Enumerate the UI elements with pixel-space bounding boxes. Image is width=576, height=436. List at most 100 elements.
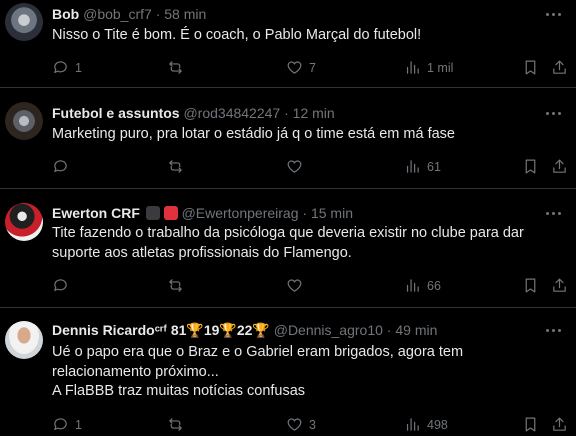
share-button[interactable] <box>551 416 568 433</box>
more-icon[interactable] <box>542 323 564 337</box>
repost-button[interactable] <box>167 158 190 175</box>
timestamp[interactable]: 58 min <box>164 6 206 22</box>
tweet-text: Tite fazendo o trabalho da psicóloga que… <box>52 224 552 263</box>
author-handle[interactable]: @bob_crf7 <box>83 6 152 22</box>
views-count: 1 mil <box>427 60 454 75</box>
separator-dot: · <box>386 322 392 338</box>
share-icon <box>553 278 566 292</box>
repost-icon <box>169 279 182 292</box>
views-count: 61 <box>427 159 441 174</box>
author-handle[interactable]: @Ewertonpereirag <box>182 205 299 221</box>
reply-count: 1 <box>75 417 82 432</box>
tweet-text: Marketing puro, pra lotar o estádio já q… <box>52 125 552 145</box>
badge-red <box>163 206 178 220</box>
share-button[interactable] <box>551 158 568 175</box>
views-button[interactable]: 61 <box>404 158 441 175</box>
reply-button[interactable]: 1 <box>52 59 82 76</box>
tweet-1[interactable]: Bob @bob_crf7 · 58 min Nisso o Tite é bo… <box>0 0 576 88</box>
tweet-text-line: relacionamento próximo... <box>52 363 219 380</box>
tweet-header: Ewerton CRF @Ewertonpereirag · 15 min <box>52 204 353 222</box>
tweet-2[interactable]: Futebol e assuntos @rod34842247 · 12 min… <box>0 88 576 189</box>
repost-icon <box>169 61 182 74</box>
tweet-header: Futebol e assuntos @rod34842247 · 12 min <box>52 104 335 122</box>
tweet-text-line: suporte aos atletas profissionais do Fla… <box>52 244 352 261</box>
reply-icon <box>54 61 67 74</box>
bookmark-button[interactable] <box>522 416 539 433</box>
share-button[interactable] <box>551 277 568 294</box>
author-name[interactable]: Dennis Ricardo <box>52 322 155 338</box>
views-count: 498 <box>427 417 448 432</box>
views-button[interactable]: 66 <box>404 277 441 294</box>
reply-button[interactable]: 1 <box>52 416 82 433</box>
views-icon <box>406 279 419 292</box>
tweet-text-line: Tite fazendo o trabalho da psicóloga que… <box>52 225 524 241</box>
tweet-text-line: Marketing puro, pra lotar o estádio já q… <box>52 126 455 142</box>
bookmark-icon <box>525 60 536 75</box>
more-icon[interactable] <box>542 206 564 220</box>
reply-icon <box>54 418 67 431</box>
tweet-header: Bob @bob_crf7 · 58 min <box>52 5 206 23</box>
like-icon <box>287 279 302 292</box>
share-icon <box>553 417 566 431</box>
reply-icon <box>54 160 67 173</box>
tweet-text: Ué o papo era que o Braz e o Gabriel era… <box>52 343 552 402</box>
author-name[interactable]: Futebol e assuntos <box>52 105 180 121</box>
repost-button[interactable] <box>167 59 190 76</box>
author-name[interactable]: Bob <box>52 6 79 22</box>
like-icon <box>287 418 302 431</box>
tweet-header: Dennis Ricardoᶜʳᶠ 81🏆19🏆22🏆 @Dennis_agro… <box>52 321 437 339</box>
avatar[interactable] <box>5 321 43 359</box>
timestamp[interactable]: 15 min <box>311 205 353 221</box>
timestamp[interactable]: 49 min <box>395 322 437 338</box>
like-count: 3 <box>309 417 316 432</box>
action-bar: 1 3 498 <box>0 416 576 436</box>
more-icon[interactable] <box>542 106 564 120</box>
separator-dot: · <box>302 205 308 221</box>
bookmark-button[interactable] <box>522 277 539 294</box>
like-icon <box>287 160 302 173</box>
share-icon <box>553 60 566 74</box>
bookmark-icon <box>525 417 536 432</box>
bookmark-button[interactable] <box>522 158 539 175</box>
like-button[interactable] <box>286 158 309 175</box>
author-name[interactable]: Ewerton CRF <box>52 205 140 221</box>
separator-dot: · <box>155 6 161 22</box>
like-button[interactable] <box>286 277 309 294</box>
like-icon <box>287 61 302 74</box>
badge-dark <box>145 206 160 220</box>
views-button[interactable]: 1 mil <box>404 59 453 76</box>
author-name-suffix: ᶜʳᶠ 81🏆19🏆22🏆 <box>154 322 270 338</box>
views-icon <box>406 418 419 431</box>
like-count: 7 <box>309 60 316 75</box>
more-icon[interactable] <box>542 7 564 21</box>
action-bar: 61 <box>0 158 576 178</box>
like-button[interactable]: 3 <box>286 416 316 433</box>
action-bar: 1 7 1 mil <box>0 59 576 79</box>
like-button[interactable]: 7 <box>286 59 316 76</box>
bookmark-button[interactable] <box>522 59 539 76</box>
tweet-4[interactable]: Dennis Ricardoᶜʳᶠ 81🏆19🏆22🏆 @Dennis_agro… <box>0 308 576 432</box>
share-icon <box>553 159 566 173</box>
author-handle[interactable]: @Dennis_agro10 <box>274 322 383 338</box>
repost-icon <box>169 160 182 173</box>
views-count: 66 <box>427 278 441 293</box>
tweet-3[interactable]: Ewerton CRF @Ewertonpereirag · 15 min Ti… <box>0 189 576 308</box>
avatar[interactable] <box>5 203 43 241</box>
bookmark-icon <box>525 159 536 174</box>
author-handle[interactable]: @rod34842247 <box>183 105 280 121</box>
reply-button[interactable] <box>52 277 75 294</box>
reply-button[interactable] <box>52 158 75 175</box>
avatar[interactable] <box>5 102 43 140</box>
separator-dot: · <box>284 105 289 121</box>
share-button[interactable] <box>551 59 568 76</box>
timestamp[interactable]: 12 min <box>293 105 335 121</box>
views-button[interactable]: 498 <box>404 416 448 433</box>
avatar[interactable] <box>5 3 43 41</box>
reply-count: 1 <box>75 60 82 75</box>
tweet-text-line: Ué o papo era que o Braz e o Gabriel era… <box>52 344 464 360</box>
action-bar: 66 <box>0 277 576 297</box>
repost-button[interactable] <box>167 277 190 294</box>
repost-icon <box>169 418 182 431</box>
reply-icon <box>54 279 67 292</box>
repost-button[interactable] <box>167 416 190 433</box>
